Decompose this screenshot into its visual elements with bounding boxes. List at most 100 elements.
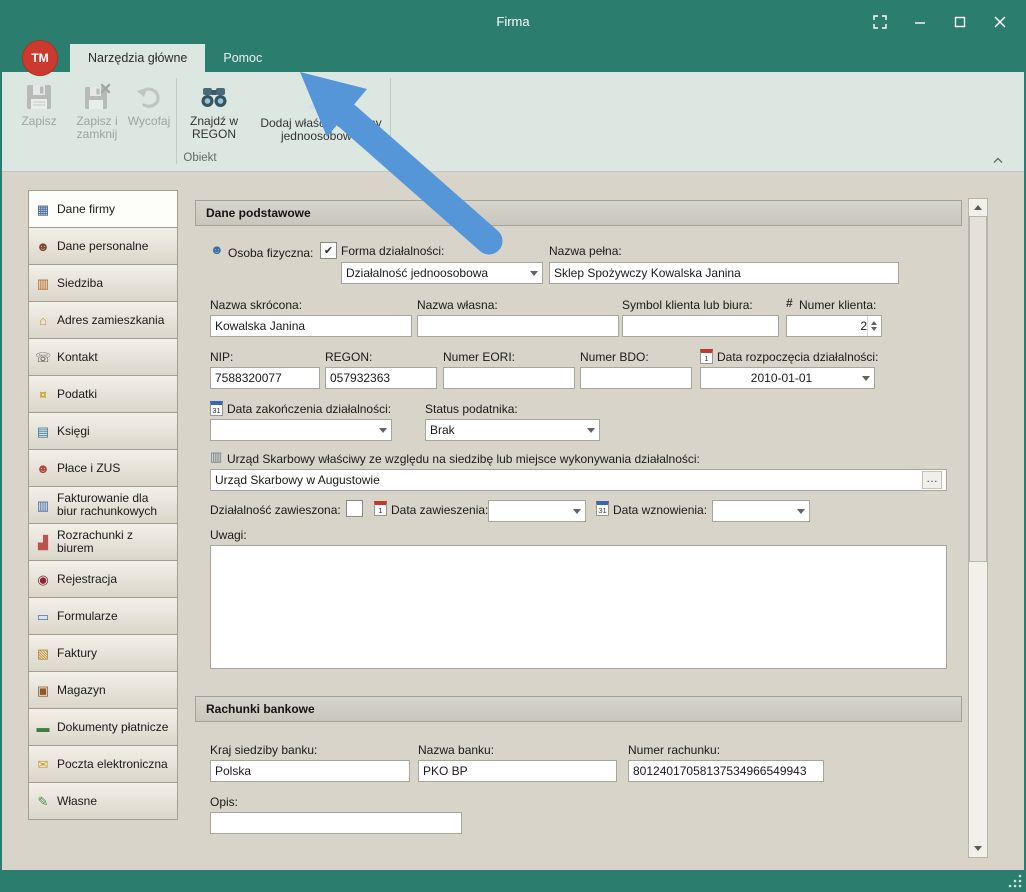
input-nip[interactable]: 7588320077 xyxy=(210,367,320,389)
checkbox-dzialalnosc-zawieszona[interactable] xyxy=(346,500,363,517)
combo-status-podatnika[interactable]: Brak xyxy=(425,419,600,441)
calendar-icon: 31 xyxy=(596,501,609,516)
input-nazwa-pelna[interactable]: Sklep Spożywczy Kowalska Janina xyxy=(549,262,899,284)
spin-up-icon[interactable] xyxy=(871,321,877,325)
calendar-day: 1 xyxy=(378,506,382,515)
chevron-up-icon xyxy=(993,157,1003,164)
minimize-button[interactable] xyxy=(900,0,940,44)
sidebar-item-formularze[interactable]: ▭Formularze xyxy=(28,597,178,635)
date-data-zawieszenia[interactable] xyxy=(488,500,586,522)
input-nazwa-skrocona[interactable]: Kowalska Janina xyxy=(210,315,412,337)
house-icon: ⌂ xyxy=(35,314,51,327)
dropdown-arrow-icon[interactable] xyxy=(862,376,870,381)
dropdown-arrow-icon[interactable] xyxy=(797,509,805,514)
section-header-rachunki-bankowe: Rachunki bankowe xyxy=(195,696,962,722)
label-numer-eori: Numer EORI: xyxy=(443,350,515,364)
label-numer-rachunku: Numer rachunku: xyxy=(628,743,720,757)
sidebar-item-kontakt[interactable]: ☏Kontakt xyxy=(28,338,178,376)
label-numer-klienta: Numer klienta: xyxy=(799,298,876,312)
dropdown-arrow-icon[interactable] xyxy=(530,271,538,276)
vertical-scrollbar[interactable] xyxy=(968,198,988,858)
sidebar-item-dokumenty-platnicze[interactable]: ▬Dokumenty płatnicze xyxy=(28,708,178,746)
input-value: Polska xyxy=(215,764,405,778)
calendar-icon: 1 xyxy=(374,501,387,516)
sidebar-item-dane-personalne[interactable]: ☻Dane personalne xyxy=(28,227,178,265)
scroll-down-button[interactable] xyxy=(969,840,987,857)
ribbon-display-options-button[interactable] xyxy=(860,0,900,44)
input-numer-eori[interactable] xyxy=(443,367,575,389)
spinner-numer-klienta[interactable]: 2 xyxy=(786,315,882,337)
label-kraj-banku: Kraj siedziby banku: xyxy=(210,743,317,757)
label-dzialalnosc-zawieszona: Działalność zawieszona: xyxy=(210,503,341,517)
sidebar-item-dane-firmy[interactable]: ▦Dane firmy xyxy=(28,190,178,228)
resize-grip[interactable] xyxy=(1007,873,1023,889)
stamp-icon: ◉ xyxy=(35,573,51,586)
tab-pomoc[interactable]: Pomoc xyxy=(205,44,280,72)
add-person-icon xyxy=(305,82,337,114)
titlebar: Firma xyxy=(0,0,1026,44)
sidebar-item-poczta-elektroniczna[interactable]: ✉Poczta elektroniczna xyxy=(28,745,178,783)
spinner-buttons[interactable] xyxy=(867,316,877,336)
browse-button[interactable]: … xyxy=(922,471,942,489)
sidebar-item-label: Podatki xyxy=(57,388,97,401)
collapse-ribbon-button[interactable] xyxy=(990,154,1006,166)
scrollbar-thumb[interactable] xyxy=(969,216,987,562)
app-menu-button[interactable]: TM xyxy=(22,40,58,76)
input-opis[interactable] xyxy=(210,812,462,834)
pencil-icon: ✎ xyxy=(35,795,51,808)
envelope-icon: ✉ xyxy=(35,758,51,771)
binoculars-icon xyxy=(199,82,229,112)
section-title: Rachunki bankowe xyxy=(206,702,315,716)
input-numer-rachunku[interactable]: 80124017058137534966549943 xyxy=(628,760,824,782)
tab-narzedzia-glowne[interactable]: Narzędzia główne xyxy=(70,44,205,72)
label-nazwa-pelna: Nazwa pełna: xyxy=(549,244,622,258)
sidebar-item-label: Kontakt xyxy=(57,351,98,364)
sidebar-item-ksiegi[interactable]: ▤ Księgi xyxy=(28,412,178,450)
hash-icon: # xyxy=(786,296,793,310)
input-urzad-skarbowy[interactable]: Urząd Skarbowy w Augustowie … xyxy=(210,469,947,491)
book-icon: ▤ xyxy=(35,425,51,438)
sidebar-item-magazyn[interactable]: ▣Magazyn xyxy=(28,671,178,709)
sidebar-item-label: Dane firmy xyxy=(57,203,115,216)
date-data-zakonczenia[interactable] xyxy=(210,419,392,441)
sidebar-item-rozrachunki[interactable]: ▟Rozrachunki z biurem xyxy=(28,523,178,561)
input-value: 057932363 xyxy=(330,371,432,385)
sidebar-item-siedziba[interactable]: ▥Siedziba xyxy=(28,264,178,302)
input-nazwa-wlasna[interactable] xyxy=(417,315,619,337)
close-button[interactable] xyxy=(980,0,1020,44)
checkbox-osoba-fizyczna[interactable]: ✔ xyxy=(320,242,337,259)
input-nazwa-banku[interactable]: PKO BP xyxy=(418,760,617,782)
person-icon: ☻ xyxy=(35,240,51,253)
sidebar-item-place-i-zus[interactable]: ☻Płace i ZUS xyxy=(28,449,178,487)
sidebar-item-label: Księgi xyxy=(57,425,90,438)
textarea-uwagi[interactable] xyxy=(210,545,947,669)
save-and-close-button-label: Zapisz i zamknij xyxy=(68,115,126,141)
sidebar-item-rejestracja[interactable]: ◉Rejestracja xyxy=(28,560,178,598)
combo-forma-dzialalnosci[interactable]: Działalność jednoosobowa xyxy=(341,262,543,284)
date-data-rozpoczecia[interactable]: 2010-01-01 xyxy=(700,367,875,389)
ribbon: Zapisz Zapisz i zamknij Wycofaj xyxy=(2,72,1024,172)
add-owner-button-label: Dodaj właściciela firmy jednoosobowej xyxy=(252,117,390,143)
input-numer-bdo[interactable] xyxy=(580,367,692,389)
sidebar-item-label: Magazyn xyxy=(57,684,106,697)
sidebar-item-fakturowanie[interactable]: ▥Fakturowanie dla biur rachunkowych xyxy=(28,486,178,524)
dropdown-arrow-icon[interactable] xyxy=(379,428,387,433)
ribbon-group-caption: Obiekt xyxy=(10,152,390,164)
scroll-up-button[interactable] xyxy=(969,199,987,216)
sidebar-item-podatki[interactable]: ¤Podatki xyxy=(28,375,178,413)
sidebar-item-adres-zamieszkania[interactable]: ⌂ Adres zamieszkania xyxy=(28,301,178,339)
dropdown-arrow-icon[interactable] xyxy=(573,509,581,514)
spin-down-icon[interactable] xyxy=(871,327,877,331)
maximize-button[interactable] xyxy=(940,0,980,44)
input-symbol-klienta[interactable] xyxy=(622,315,779,337)
input-kraj-banku[interactable]: Polska xyxy=(210,760,410,782)
dropdown-arrow-icon[interactable] xyxy=(587,428,595,433)
date-data-wznowienia[interactable] xyxy=(712,500,810,522)
sidebar-item-label: Adres zamieszkania xyxy=(57,314,164,327)
input-value: PKO BP xyxy=(423,764,612,778)
app-logo: TM xyxy=(31,51,48,65)
input-regon[interactable]: 057932363 xyxy=(325,367,437,389)
sidebar-item-faktury[interactable]: ▧Faktury xyxy=(28,634,178,672)
sidebar-item-wlasne[interactable]: ✎Własne xyxy=(28,782,178,820)
sidebar-item-label: Płace i ZUS xyxy=(57,462,120,475)
